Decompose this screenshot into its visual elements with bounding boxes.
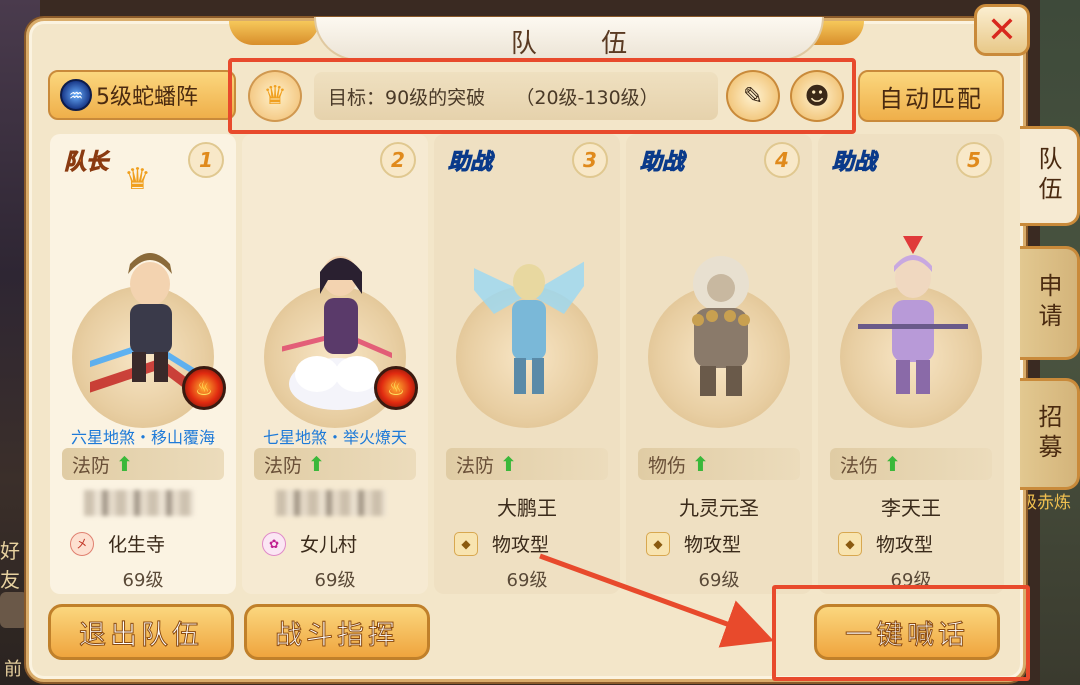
background-friends-label: 好友 <box>0 539 20 592</box>
member-sect-row: 㐅 化生寺 <box>70 530 165 557</box>
member-level: 69级 <box>122 570 164 591</box>
background-label: 前 <box>4 659 22 680</box>
close-icon: ✕ <box>986 9 1018 51</box>
member-attribute: 法防 ⬆ <box>62 448 224 480</box>
fire-skill-icon: ♨ <box>374 366 418 410</box>
sect-icon: 㐅 <box>70 531 94 556</box>
attribute-label: 法防 <box>72 454 111 477</box>
title-ornament-left <box>229 21 319 45</box>
member-name: 李天王 <box>881 496 941 520</box>
member-role: 队长 <box>63 150 109 176</box>
member-number: 3 <box>572 142 608 178</box>
character-portrait <box>692 256 750 396</box>
panel-title: 队 伍 <box>510 29 656 59</box>
target-highlight-frame <box>228 58 856 134</box>
member-card-3[interactable]: 助战 3 法防 ⬆ 大鹏王 ◆ 物攻型 69级 <box>434 134 620 594</box>
formation-icon: ♒ <box>60 79 92 111</box>
member-type-row: ◆ 物攻型 <box>646 530 741 557</box>
member-name: 九灵元圣 <box>679 496 759 520</box>
member-level: 69级 <box>506 570 548 591</box>
formation-label: 5级蛇蟠阵 <box>96 85 198 110</box>
member-type: 物攻型 <box>684 534 742 556</box>
tab-recruit[interactable]: 招募 <box>1020 378 1080 490</box>
member-number: 5 <box>956 142 992 178</box>
character-portrait <box>858 236 968 394</box>
member-card-5[interactable]: 助战 5 法伤 ⬆ 李天王 ◆ 物攻型 69级 <box>818 134 1004 594</box>
formation-button[interactable]: ♒ 5级蛇蟠阵 <box>48 70 236 120</box>
attribute-label: 物伤 <box>648 454 687 477</box>
member-attribute: 物伤 ⬆ <box>638 448 800 480</box>
sect-icon: ✿ <box>262 531 286 556</box>
fire-skill-icon: ♨ <box>182 366 226 410</box>
member-name-blurred <box>84 490 194 516</box>
arrow-up-icon: ⬆ <box>116 452 133 476</box>
member-type: 物攻型 <box>492 534 550 556</box>
shout-highlight-frame <box>772 585 1030 681</box>
member-role: 助战 <box>831 150 877 176</box>
physical-attack-icon: ◆ <box>646 531 670 556</box>
member-sect: 女儿村 <box>300 534 358 556</box>
attribute-label: 法防 <box>456 454 495 477</box>
member-skill: 六星地煞・移山覆海 <box>70 428 215 447</box>
tab-apply[interactable]: 申请 <box>1020 246 1080 360</box>
auto-match-button[interactable]: 自动匹配 <box>858 70 1004 122</box>
attribute-label: 法防 <box>264 454 303 477</box>
member-role: 助战 <box>639 150 685 176</box>
member-sect-row: ✿ 女儿村 <box>262 530 357 557</box>
member-role: 助战 <box>447 150 493 176</box>
member-name-blurred <box>276 490 386 516</box>
arrow-up-icon: ⬆ <box>692 452 709 476</box>
member-number: 2 <box>380 142 416 178</box>
member-number: 4 <box>764 142 800 178</box>
character-portrait <box>474 261 584 394</box>
member-type: 物攻型 <box>876 534 934 556</box>
member-level: 69级 <box>314 570 356 591</box>
attribute-label: 法伤 <box>840 454 879 477</box>
physical-attack-icon: ◆ <box>454 531 478 556</box>
member-name: 大鹏王 <box>497 496 557 520</box>
member-cards: 队长 1 ♛ ♨ 六星地煞・移山覆海 法防 ⬆ 㐅 化生寺 69级 2 ♨ 七星… <box>50 134 1008 594</box>
member-skill: 七星地煞・举火燎天 <box>262 428 407 447</box>
member-number: 1 <box>188 142 224 178</box>
arrow-up-icon: ⬆ <box>308 452 325 476</box>
leader-crown-icon: ♛ <box>124 162 151 197</box>
member-attribute: 法防 ⬆ <box>446 448 608 480</box>
member-attribute: 法防 ⬆ <box>254 448 416 480</box>
close-button[interactable]: ✕ <box>974 4 1030 56</box>
title-banner: 队 伍 <box>314 17 824 61</box>
member-type-row: ◆ 物攻型 <box>838 530 933 557</box>
member-attribute: 法伤 ⬆ <box>830 448 992 480</box>
member-card-4[interactable]: 助战 4 物伤 ⬆ 九灵元圣 ◆ 物攻型 69级 <box>626 134 812 594</box>
chat-icon[interactable] <box>0 592 28 628</box>
battle-command-button[interactable]: 战斗指挥 <box>244 604 430 660</box>
member-type-row: ◆ 物攻型 <box>454 530 549 557</box>
physical-attack-icon: ◆ <box>838 531 862 556</box>
background-quest-label: 级赤炼 <box>1020 493 1071 513</box>
leave-team-button[interactable]: 退出队伍 <box>48 604 234 660</box>
member-card-1[interactable]: 队长 1 ♛ ♨ 六星地煞・移山覆海 法防 ⬆ 㐅 化生寺 69级 <box>50 134 236 594</box>
member-sect: 化生寺 <box>108 534 166 556</box>
arrow-up-icon: ⬆ <box>500 452 517 476</box>
member-card-2[interactable]: 2 ♨ 七星地煞・举火燎天 法防 ⬆ ✿ 女儿村 69级 <box>242 134 428 594</box>
arrow-up-icon: ⬆ <box>884 452 901 476</box>
tab-team[interactable]: 队伍 <box>1020 126 1080 226</box>
